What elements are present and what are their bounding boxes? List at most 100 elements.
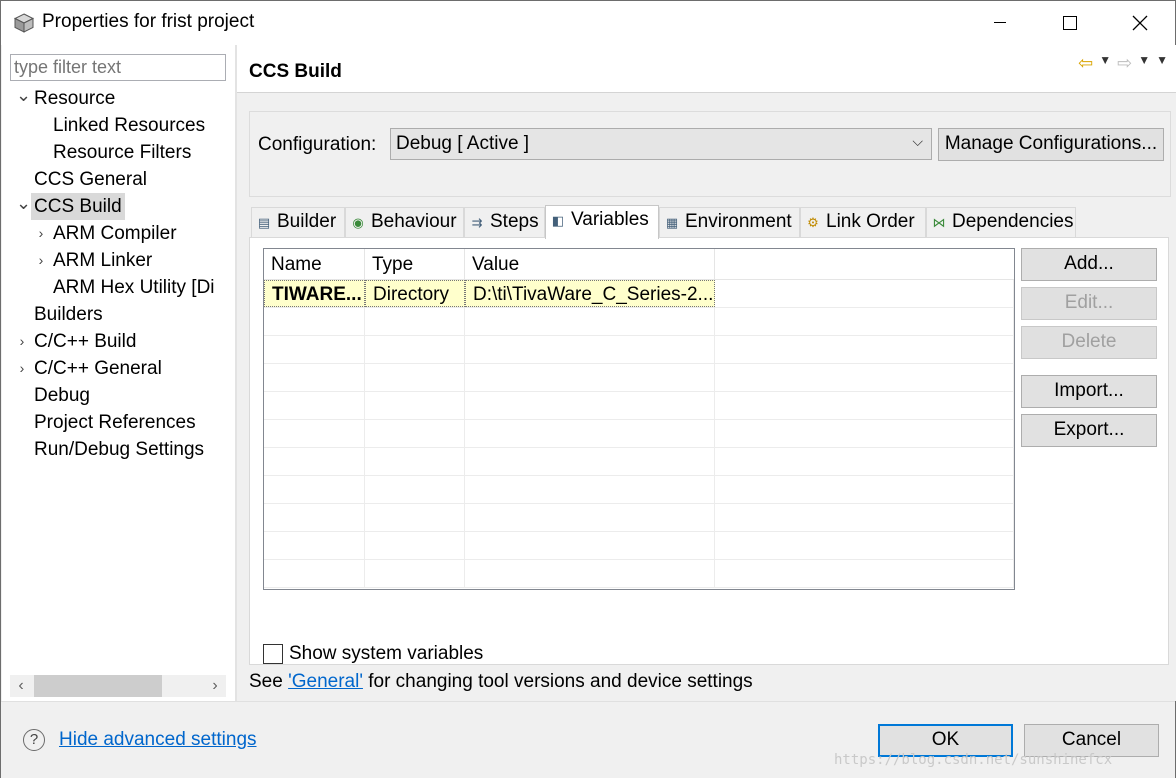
behaviour-icon: ◉ xyxy=(352,215,364,230)
filter-input[interactable] xyxy=(10,54,226,81)
cell-empty xyxy=(264,308,365,335)
table-row-empty[interactable] xyxy=(264,476,1014,504)
back-menu-icon[interactable]: ▼ xyxy=(1099,53,1111,74)
column-header-value[interactable]: Value xyxy=(465,249,715,280)
scroll-left-icon[interactable]: ‹ xyxy=(10,675,32,697)
cell-empty xyxy=(465,504,715,531)
back-arrow-icon[interactable]: ⇦ xyxy=(1078,53,1093,74)
cell-empty xyxy=(715,420,1014,447)
tab-dependencies[interactable]: ⋈ Dependencies xyxy=(926,207,1076,237)
configuration-label: Configuration: xyxy=(258,134,377,155)
cell-empty xyxy=(264,560,365,587)
title-bar: Properties for frist project xyxy=(1,1,1175,45)
tree-item-project-references[interactable]: Project References xyxy=(2,409,235,436)
tree-item-debug[interactable]: Debug xyxy=(2,382,235,409)
tree-item-label: Project References xyxy=(34,412,196,433)
tree-item-linked-resources[interactable]: Linked Resources xyxy=(2,112,235,139)
tree-item-c-c-build[interactable]: › C/C++ Build xyxy=(2,328,235,355)
link-order-icon: ⚙ xyxy=(807,215,819,230)
table-row-empty[interactable] xyxy=(264,448,1014,476)
import-button[interactable]: Import... xyxy=(1021,375,1157,408)
tab-label: Behaviour xyxy=(371,211,457,232)
tree-item-ccs-build[interactable]: ⌄ CCS Build xyxy=(2,193,235,220)
cell-empty xyxy=(365,308,465,335)
dependencies-icon: ⋈ xyxy=(932,215,946,230)
table-row-empty[interactable] xyxy=(264,532,1014,560)
minimize-button[interactable] xyxy=(965,1,1035,45)
chevron-right-icon[interactable]: › xyxy=(16,328,28,355)
add-button[interactable]: Add... xyxy=(1021,248,1157,281)
edit-button[interactable]: Edit... xyxy=(1021,287,1157,320)
category-pane: ⌄ResourceLinked ResourcesResource Filter… xyxy=(2,45,235,701)
app-cube-icon xyxy=(13,13,35,33)
tab-behaviour[interactable]: ◉ Behaviour xyxy=(345,207,464,237)
scroll-right-icon[interactable]: › xyxy=(204,675,226,697)
tab-link-order[interactable]: ⚙ Link Order xyxy=(800,207,926,237)
export-button[interactable]: Export... xyxy=(1021,414,1157,447)
cell-empty xyxy=(264,364,365,391)
column-header-type[interactable]: Type xyxy=(365,249,465,280)
configuration-select[interactable]: Debug [ Active ] ⌵ xyxy=(390,128,932,160)
cell-value: D:\ti\TivaWare_C_Series-2.... xyxy=(465,280,715,307)
table-row-empty[interactable] xyxy=(264,336,1014,364)
view-menu-icon[interactable]: ▼ xyxy=(1156,53,1168,74)
tab-environment[interactable]: ▦ Environment xyxy=(659,207,800,237)
chevron-right-icon[interactable]: › xyxy=(35,247,47,274)
cell-empty xyxy=(465,336,715,363)
tab-steps[interactable]: ⇉ Steps xyxy=(464,207,545,237)
cell-empty xyxy=(465,420,715,447)
tree-item-resource-filters[interactable]: Resource Filters xyxy=(2,139,235,166)
tab-builder[interactable]: ▤ Builder xyxy=(251,207,345,237)
page-title: CCS Build xyxy=(249,61,342,82)
variables-table[interactable]: Name Type Value TIWARE... Directory D:\ti\… xyxy=(263,248,1015,590)
tab-variables[interactable]: ◧ Variables xyxy=(545,205,659,239)
horizontal-scrollbar[interactable]: ‹ › xyxy=(10,675,226,697)
table-row-empty[interactable] xyxy=(264,308,1014,336)
table-row-empty[interactable] xyxy=(264,364,1014,392)
close-button[interactable] xyxy=(1105,1,1175,45)
column-header-name[interactable]: Name xyxy=(264,249,365,280)
chevron-down-icon: ⌵ xyxy=(912,133,923,149)
help-icon[interactable]: ? xyxy=(23,729,45,751)
table-row[interactable]: TIWARE... Directory D:\ti\TivaWare_C_Serie… xyxy=(264,280,1014,308)
tab-label: Dependencies xyxy=(952,211,1074,232)
forward-arrow-icon[interactable]: ⇨ xyxy=(1117,53,1132,74)
tree-item-ccs-general[interactable]: CCS General xyxy=(2,166,235,193)
maximize-button[interactable] xyxy=(1035,1,1105,45)
variables-icon: ◧ xyxy=(551,213,565,228)
chevron-right-icon[interactable]: › xyxy=(16,355,28,382)
forward-menu-icon[interactable]: ▼ xyxy=(1138,53,1150,74)
properties-dialog: Properties for frist project ⌄ResourceLi… xyxy=(0,0,1176,778)
tree-item-arm-hex-utility-di[interactable]: ARM Hex Utility [Di xyxy=(2,274,235,301)
scrollbar-thumb[interactable] xyxy=(34,675,162,697)
tree-item-run-debug-settings[interactable]: Run/Debug Settings xyxy=(2,436,235,463)
cell-empty xyxy=(365,560,465,587)
delete-button[interactable]: Delete xyxy=(1021,326,1157,359)
table-row-empty[interactable] xyxy=(264,560,1014,588)
cell-empty xyxy=(264,532,365,559)
chevron-down-icon[interactable]: ⌄ xyxy=(16,85,31,112)
cell-empty xyxy=(465,476,715,503)
tree-item-c-c-general[interactable]: › C/C++ General xyxy=(2,355,235,382)
chevron-down-icon[interactable]: ⌄ xyxy=(16,193,31,220)
hide-advanced-settings-link[interactable]: Hide advanced settings xyxy=(59,729,257,751)
chevron-right-icon[interactable]: › xyxy=(35,220,47,247)
show-system-variables-checkbox[interactable] xyxy=(263,644,283,664)
cell-empty xyxy=(715,532,1014,559)
tree-item-resource[interactable]: ⌄ Resource xyxy=(2,85,235,112)
properties-page: CCS Build ⇦ ▼ ⇨ ▼ ▼ Configuration: Debug… xyxy=(237,45,1176,701)
manage-configurations-button[interactable]: Manage Configurations... xyxy=(938,128,1164,161)
table-row-empty[interactable] xyxy=(264,504,1014,532)
dialog-footer: ? Hide advanced settings OK Cancel https… xyxy=(1,701,1175,778)
cell-empty xyxy=(715,560,1014,587)
cell-name: TIWARE... xyxy=(264,280,365,307)
table-row-empty[interactable] xyxy=(264,420,1014,448)
tree-item-arm-linker[interactable]: › ARM Linker xyxy=(2,247,235,274)
cell-empty xyxy=(465,560,715,587)
tree-item-arm-compiler[interactable]: › ARM Compiler xyxy=(2,220,235,247)
cell-empty xyxy=(365,420,465,447)
tree-item-builders[interactable]: Builders xyxy=(2,301,235,328)
table-row-empty[interactable] xyxy=(264,392,1014,420)
general-link[interactable]: 'General' xyxy=(288,671,363,692)
tab-label: Variables xyxy=(571,209,649,230)
